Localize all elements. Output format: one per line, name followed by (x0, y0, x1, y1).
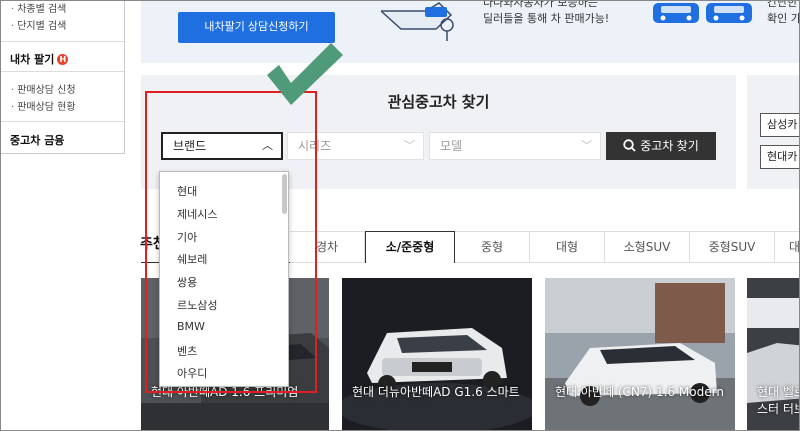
page: · 차종별 검색 · 단지별 검색 내차 팔기 H · 판매상담 신청 · 판매상담 현황… (0, 0, 800, 431)
sidebar-item-sell-apply[interactable]: · 판매상담 신청 (11, 81, 76, 96)
sidebar-item-label: 단지별 검색 (17, 21, 67, 32)
tab-light-car[interactable]: 경차 (290, 231, 365, 263)
sidebar-item-model-search[interactable]: · 차종별 검색 (11, 1, 67, 15)
samsung-card-button[interactable]: 삼성카 (760, 113, 799, 137)
chevron-up-icon: ︿ (262, 139, 273, 152)
tab-large[interactable]: 대형 (530, 231, 605, 263)
chevron-down-icon: ﹀ (404, 139, 415, 152)
sidebar-item-sell-status[interactable]: · 판매상담 현황 (11, 98, 76, 113)
series-select-placeholder: 시리즈 (298, 139, 332, 153)
find-used-car-button[interactable]: 중고차 찾기 (606, 132, 716, 160)
car-card[interactable]: 현대 아반떼 (CN7) 1.6 Modern (545, 278, 735, 430)
brand-option[interactable]: 제네시스 (177, 206, 217, 222)
banner-text: 다나와자동차가 보증하는 딜러들을 통해 차 판매가능! (483, 0, 610, 27)
scrollbar-thumb[interactable] (282, 174, 287, 214)
search-title: 관심중고차 찾기 (387, 93, 490, 111)
tab-midsize[interactable]: 중형 (455, 231, 530, 263)
model-select[interactable]: 모델 ﹀ (429, 132, 601, 160)
brand-select-value: 브랜드 (173, 139, 207, 153)
sidebar: · 차종별 검색 · 단지별 검색 내차 팔기 H · 판매상담 신청 · 판매상담 현황… (1, 1, 125, 154)
series-select[interactable]: 시리즈 ﹀ (287, 132, 424, 160)
sidebar-item-label: 판매상담 현황 (17, 102, 76, 113)
car-key-hand-icon (381, 2, 454, 41)
banner-text-line: 다나와자동차가 보증하는 (483, 0, 598, 9)
cars-icon (653, 3, 752, 23)
car-card-caption: 현대 벨로스터 터보 (757, 385, 799, 416)
car-card[interactable]: 현대 벨로스터 터보 (747, 278, 799, 430)
banner-text-line: 딜러들을 통해 차 판매가능! (483, 12, 610, 25)
sidebar-item-label: 차종별 검색 (17, 4, 67, 15)
sell-consult-apply-button[interactable]: 내차팔기 상담신청하기 (178, 12, 335, 43)
banner-text-line: 간단한 정 (767, 0, 799, 9)
sidebar-item-complex-search[interactable]: · 단지별 검색 (11, 17, 66, 32)
banner-text-line: 확인 가능 (767, 12, 800, 25)
tab-more[interactable]: 대 (775, 231, 799, 263)
brand-option[interactable]: BMW (177, 320, 205, 333)
sidebar-heading-sell[interactable]: 내차 팔기 H (10, 51, 69, 67)
tab-mid-suv[interactable]: 중형SUV (690, 231, 775, 263)
search-icon (623, 139, 636, 152)
sidebar-item-finance[interactable]: 중고차 금융 (10, 132, 64, 148)
sell-banner: 내차팔기 상담신청하기 다나와자동차가 보증하는 딜러들을 통해 차 판매가능!… (141, 0, 800, 63)
chevron-down-icon: ﹀ (581, 139, 592, 152)
car-card-caption: 현대 더뉴아반떼AD G1.6 스마트 (352, 385, 520, 399)
brand-option[interactable]: 르노삼성 (177, 297, 217, 313)
tab-compact[interactable]: 소/준중형 (365, 231, 455, 263)
car-photo (545, 278, 735, 430)
brand-option[interactable]: 쌍용 (177, 274, 197, 290)
brand-option[interactable]: 아우디 (177, 365, 207, 381)
sidebar-item-label: 판매상담 신청 (17, 85, 76, 96)
brand-select[interactable]: 브랜드 ︿ (161, 132, 283, 160)
brand-option[interactable]: 벤츠 (177, 343, 197, 359)
sidebar-heading-label: 내차 팔기 (10, 53, 55, 66)
brand-dropdown-list: 현대 제네시스 기아 쉐보레 쌍용 르노삼성 BMW 벤츠 아우디 (159, 171, 289, 387)
brand-option[interactable]: 쉐보레 (177, 251, 207, 267)
brand-option[interactable]: 현대 (177, 183, 197, 199)
car-photo (342, 278, 532, 430)
tab-small-suv[interactable]: 소형SUV (605, 231, 690, 263)
brand-option[interactable]: 기아 (177, 229, 197, 245)
hot-badge: H (57, 54, 69, 65)
model-select-placeholder: 모델 (440, 139, 463, 153)
car-card-caption: 현대 아반떼 (CN7) 1.6 Modern (555, 385, 724, 399)
hyundai-card-button[interactable]: 현대카 (760, 145, 799, 169)
car-card[interactable]: 현대 더뉴아반떼AD G1.6 스마트 (342, 278, 532, 430)
divider (1, 121, 124, 122)
search-button-label: 중고차 찾기 (640, 139, 699, 153)
card-finance-panel: 삼성카 현대카 (747, 75, 799, 189)
divider (1, 41, 124, 42)
divider (1, 71, 124, 72)
banner-right-text: 간단한 정 확인 가능 (767, 0, 800, 27)
